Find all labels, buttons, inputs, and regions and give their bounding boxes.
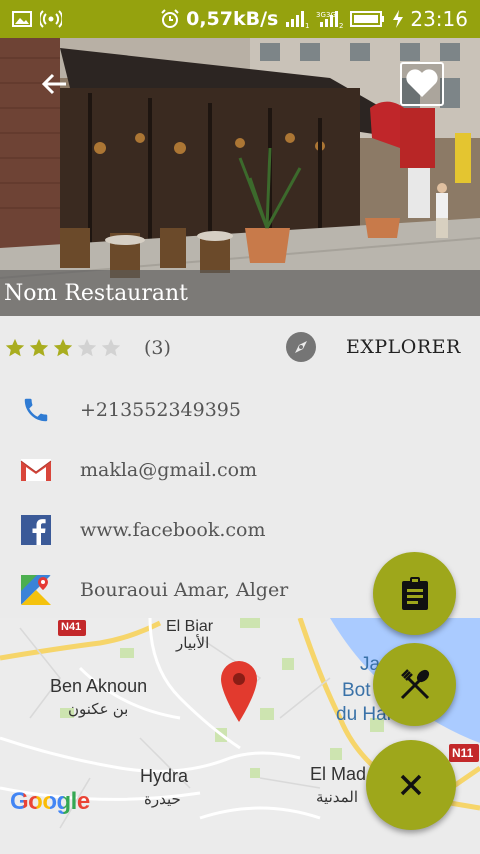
rating-row: (3) EXPLORER [0, 322, 480, 374]
road-n41-label: N41 [61, 621, 82, 633]
network-speed: 0,57kB/s [186, 8, 279, 30]
svg-text:2: 2 [339, 22, 343, 29]
heart-icon [406, 69, 438, 97]
google-logo-text: Google [10, 788, 90, 815]
map-label-jardin-2: Bot [342, 680, 371, 701]
map-label-ben-aknoun: Ben Aknoun [50, 676, 148, 696]
map-label-el-mad-ar: المدنية [316, 789, 359, 806]
charging-icon [392, 9, 404, 29]
address-text: Bouraoui Amar, Alger [80, 579, 289, 601]
facebook-url: www.facebook.com [80, 519, 266, 541]
close-icon [400, 774, 422, 796]
map-label-el-mad: El Mad [310, 764, 367, 784]
map-pin-icon[interactable] [220, 660, 258, 722]
map-label-hydra: Hydra [140, 766, 189, 786]
restaurant-photo: banks [0, 38, 480, 316]
signal-1-icon: 1 [284, 9, 310, 29]
restaurant-name: Nom Restaurant [4, 280, 188, 306]
gmail-icon [20, 459, 52, 481]
clock: 23:16 [410, 7, 468, 31]
maps-icon [21, 575, 51, 605]
svg-text:1: 1 [305, 22, 309, 29]
rating-stars[interactable] [0, 337, 124, 359]
image-icon [12, 10, 32, 28]
road-n11-label: N11 [452, 746, 474, 760]
battery-icon [350, 10, 386, 28]
map-label-hydra-ar: حيدرة [144, 791, 181, 808]
star-empty-icon [77, 338, 97, 357]
favorite-button[interactable] [400, 62, 444, 106]
star-filled-icon [5, 338, 25, 357]
map-label-el-biar-ar: الأبيار [176, 635, 210, 652]
google-logo: Google [10, 788, 90, 816]
email-row[interactable]: makla@gmail.com [0, 440, 480, 500]
back-button[interactable] [36, 66, 72, 102]
arrow-left-icon [41, 73, 66, 95]
phone-row[interactable]: +213552349395 [0, 380, 480, 440]
menu-fab[interactable] [373, 552, 456, 635]
title-bar: Nom Restaurant [0, 270, 480, 316]
star-filled-icon [29, 338, 49, 357]
restaurant-icon [400, 668, 429, 699]
close-fab[interactable] [366, 740, 456, 830]
restaurant-fab[interactable] [373, 643, 456, 726]
svg-text:3G: 3G [316, 11, 326, 19]
facebook-icon [21, 515, 51, 545]
star-filled-icon [53, 338, 73, 357]
rating-count: (3) [144, 337, 171, 359]
email-address: makla@gmail.com [80, 459, 258, 481]
explore-button[interactable]: EXPLORER [286, 332, 461, 362]
clipboard-icon [401, 576, 428, 610]
facebook-row[interactable]: www.facebook.com [0, 500, 480, 560]
hotspot-icon [40, 10, 62, 28]
alarm-icon [160, 9, 180, 29]
phone-icon [24, 398, 48, 422]
map-label-ben-aknoun-ar: بن عكنون [68, 701, 129, 718]
status-bar: 0,57kB/s 1 3G3G2 23:16 [0, 0, 480, 38]
star-empty-icon [101, 338, 121, 357]
phone-number: +213552349395 [80, 399, 241, 421]
compass-icon [286, 332, 316, 362]
signal-2-icon: 3G3G2 [316, 9, 344, 29]
explore-label: EXPLORER [346, 336, 461, 358]
